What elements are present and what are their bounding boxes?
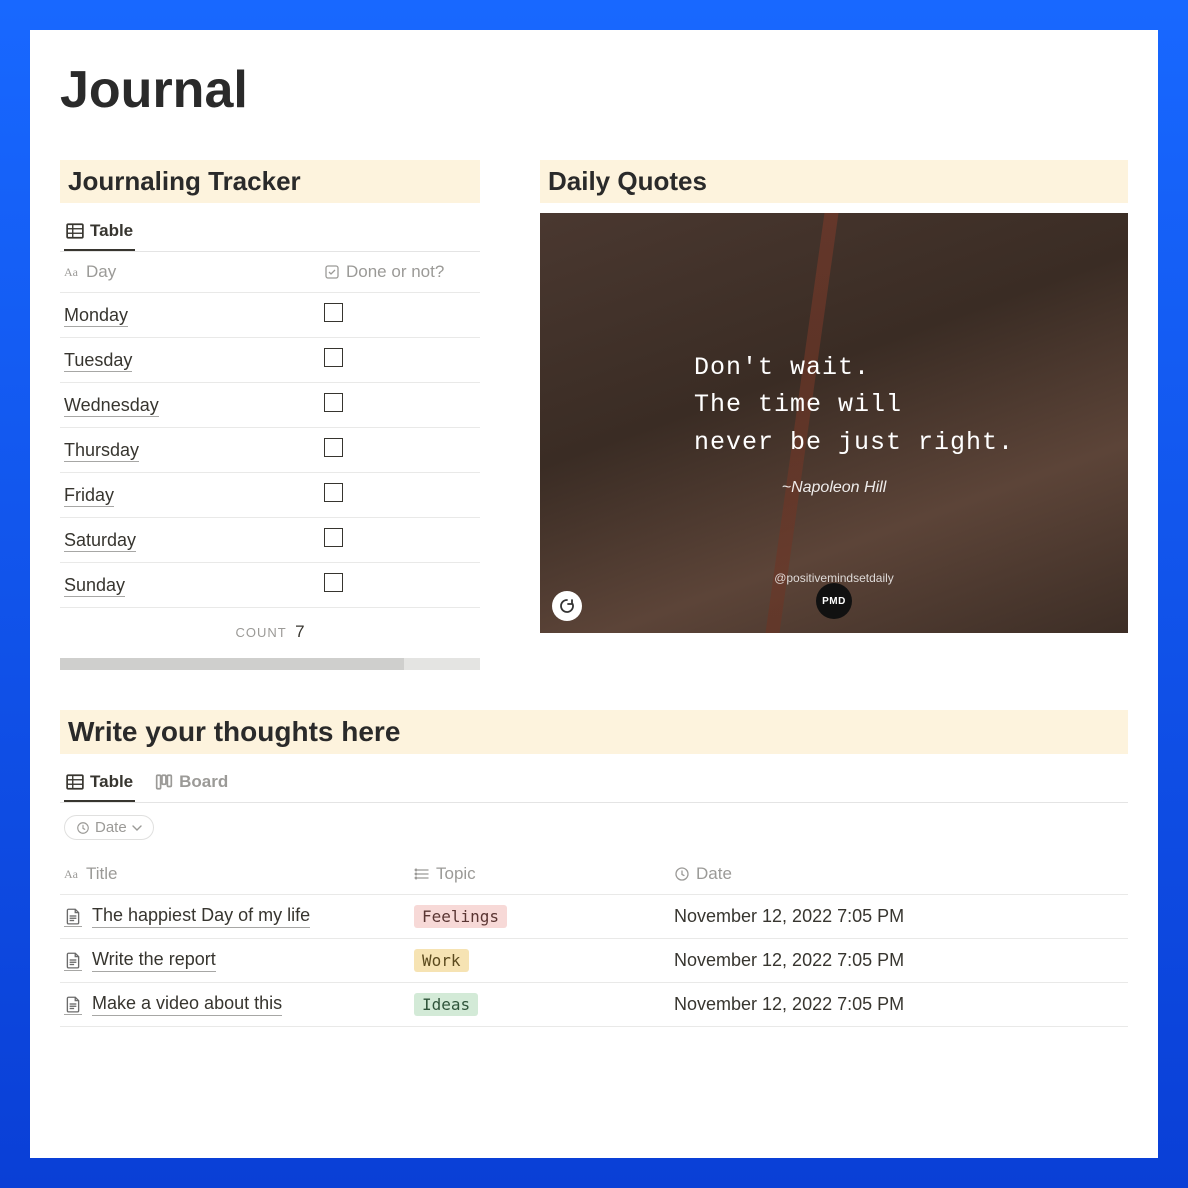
topic-tag: Ideas — [414, 993, 478, 1016]
scrollbar-thumb[interactable] — [60, 658, 404, 670]
date-cell: November 12, 2022 7:05 PM — [674, 994, 1124, 1015]
thought-rows: The happiest Day of my life Feelings Nov… — [60, 895, 1128, 1027]
journaling-tracker-block: Journaling Tracker Table Aa Day — [60, 160, 480, 670]
table-row[interactable]: Monday — [60, 293, 480, 338]
quote-card: Don't wait. The time will never be just … — [540, 213, 1128, 633]
table-row[interactable]: Saturday — [60, 518, 480, 563]
topic-cell[interactable]: Work — [414, 950, 674, 971]
day-cell[interactable]: Saturday — [64, 530, 324, 551]
sort-label: Date — [95, 819, 127, 836]
day-cell[interactable]: Tuesday — [64, 350, 324, 371]
count-value: 7 — [295, 622, 304, 641]
table-row[interactable]: Wednesday — [60, 383, 480, 428]
col-header-topic[interactable]: Topic — [414, 864, 674, 884]
tracker-header: Journaling Tracker — [60, 160, 480, 203]
quote-brand-badge: PMD — [816, 583, 852, 619]
col-header-day[interactable]: Aa Day — [64, 262, 324, 282]
date-cell: November 12, 2022 7:05 PM — [674, 906, 1124, 927]
col-header-date[interactable]: Date — [674, 864, 1124, 884]
page-icon — [64, 951, 82, 971]
table-row[interactable]: Thursday — [60, 428, 480, 473]
count-label: COUNT — [235, 625, 286, 640]
day-cell[interactable]: Monday — [64, 305, 324, 326]
day-cell[interactable]: Sunday — [64, 575, 324, 596]
table-icon — [66, 222, 84, 240]
topic-cell[interactable]: Feelings — [414, 906, 674, 927]
table-row[interactable]: The happiest Day of my life Feelings Nov… — [60, 895, 1128, 939]
done-cell[interactable] — [324, 348, 476, 372]
checkbox[interactable] — [324, 348, 343, 367]
two-column-layout: Journaling Tracker Table Aa Day — [60, 160, 1128, 670]
chevron-down-icon — [132, 823, 142, 833]
checkbox-type-icon — [324, 264, 340, 280]
quote-text: Don't wait. The time will never be just … — [694, 349, 1014, 462]
day-cell[interactable]: Wednesday — [64, 395, 324, 416]
col-header-title[interactable]: Aa Title — [64, 864, 414, 884]
page-title: Journal — [60, 60, 1128, 120]
tracker-tabs: Table — [60, 213, 480, 252]
thoughts-header: Write your thoughts here — [60, 710, 1128, 754]
tab-table-label: Table — [90, 772, 133, 792]
table-icon — [66, 773, 84, 791]
checkbox[interactable] — [324, 438, 343, 457]
daily-quotes-block: Daily Quotes Don't wait. The time will n… — [540, 160, 1128, 670]
tab-table-label: Table — [90, 221, 133, 241]
page-icon — [64, 907, 82, 927]
thoughts-tabs: Table Board — [60, 764, 1128, 803]
done-cell[interactable] — [324, 393, 476, 417]
checkbox[interactable] — [324, 483, 343, 502]
checkbox[interactable] — [324, 528, 343, 547]
tab-table[interactable]: Table — [64, 213, 135, 251]
quotes-header: Daily Quotes — [540, 160, 1128, 203]
checkbox[interactable] — [324, 573, 343, 592]
sort-date-chip[interactable]: Date — [64, 815, 154, 840]
title-cell[interactable]: Write the report — [64, 949, 414, 972]
date-cell: November 12, 2022 7:05 PM — [674, 950, 1124, 971]
clock-icon — [674, 866, 690, 882]
refresh-quote-button[interactable] — [552, 591, 582, 621]
text-type-icon: Aa — [64, 264, 80, 280]
thoughts-block: Write your thoughts here Table Board Dat… — [60, 710, 1128, 1027]
tab-table-thoughts[interactable]: Table — [64, 764, 135, 802]
quote-author: ~Napoleon Hill — [782, 479, 887, 497]
table-row[interactable]: Make a video about this Ideas November 1… — [60, 983, 1128, 1027]
day-cell[interactable]: Thursday — [64, 440, 324, 461]
topic-tag: Work — [414, 949, 469, 972]
tracker-column-headers: Aa Day Done or not? — [60, 252, 480, 293]
done-cell[interactable] — [324, 438, 476, 462]
board-icon — [155, 773, 173, 791]
checkbox[interactable] — [324, 393, 343, 412]
svg-text:Aa: Aa — [64, 867, 79, 881]
tracker-rows: Monday Tuesday Wednesday Thursday Friday… — [60, 293, 480, 608]
thoughts-column-headers: Aa Title Topic Date — [60, 854, 1128, 895]
title-cell[interactable]: The happiest Day of my life — [64, 905, 414, 928]
done-cell[interactable] — [324, 303, 476, 327]
page-icon — [64, 995, 82, 1015]
table-row[interactable]: Friday — [60, 473, 480, 518]
tab-board-label: Board — [179, 772, 228, 792]
svg-text:Aa: Aa — [64, 265, 79, 279]
journal-page: Journal Journaling Tracker Table Aa Day — [30, 30, 1158, 1158]
done-cell[interactable] — [324, 528, 476, 552]
multiselect-icon — [414, 866, 430, 882]
tracker-count-row: COUNT 7 — [60, 608, 480, 650]
topic-tag: Feelings — [414, 905, 507, 928]
col-header-done[interactable]: Done or not? — [324, 262, 476, 282]
table-row[interactable]: Tuesday — [60, 338, 480, 383]
clock-icon — [76, 821, 90, 835]
tab-board-thoughts[interactable]: Board — [153, 764, 230, 802]
day-cell[interactable]: Friday — [64, 485, 324, 506]
title-cell[interactable]: Make a video about this — [64, 993, 414, 1016]
table-row[interactable]: Write the report Work November 12, 2022 … — [60, 939, 1128, 983]
refresh-icon — [559, 598, 575, 614]
done-cell[interactable] — [324, 573, 476, 597]
topic-cell[interactable]: Ideas — [414, 994, 674, 1015]
text-type-icon: Aa — [64, 866, 80, 882]
table-row[interactable]: Sunday — [60, 563, 480, 608]
checkbox[interactable] — [324, 303, 343, 322]
horizontal-scrollbar[interactable] — [60, 658, 480, 670]
done-cell[interactable] — [324, 483, 476, 507]
